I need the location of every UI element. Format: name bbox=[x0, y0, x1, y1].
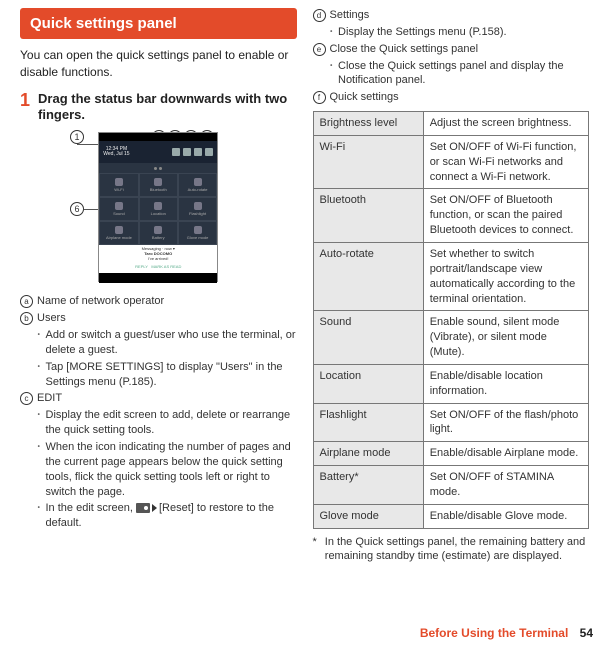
table-row: Glove modeEnable/disable Glove mode. bbox=[313, 504, 589, 528]
notif-reply: REPLY bbox=[135, 264, 148, 269]
menu-key-icon bbox=[136, 503, 150, 513]
phone-screenshot: 12:34 PM Wed, Jul 15 Wi-Fi Bluetooth Aut… bbox=[98, 132, 218, 282]
list-item-2: b Users bbox=[20, 311, 297, 326]
settings-icon bbox=[194, 148, 202, 156]
table-label: Glove mode bbox=[313, 504, 423, 528]
ss-header-icons bbox=[172, 148, 213, 156]
table-label: Battery* bbox=[313, 466, 423, 505]
callout-1: 1 bbox=[70, 130, 84, 144]
table-row: FlashlightSet ON/OFF of the flash/photo … bbox=[313, 403, 589, 442]
footer-section: Before Using the Terminal bbox=[420, 626, 568, 640]
users-icon bbox=[172, 148, 180, 156]
table-label: Bluetooth bbox=[313, 189, 423, 243]
sub-item: ･Add or switch a guest/user who use the … bbox=[36, 328, 297, 358]
step-number: 1 bbox=[20, 91, 30, 125]
arrow-icon bbox=[152, 504, 157, 512]
table-label: Auto-rotate bbox=[313, 242, 423, 310]
table-label: Sound bbox=[313, 311, 423, 365]
screenshot-diagram: 1 2 3 4 5 6 12:34 PM Wed, Jul 15 bbox=[20, 132, 297, 282]
list-item-3: c EDIT bbox=[20, 391, 297, 406]
table-label: Wi-Fi bbox=[313, 135, 423, 189]
sub-item: ･Close the Quick settings panel and disp… bbox=[329, 59, 590, 89]
settings-table: Brightness levelAdjust the screen bright… bbox=[313, 111, 590, 529]
ss-date: Wed, Jul 15 bbox=[103, 152, 129, 158]
list-item-1: a Name of network operator bbox=[20, 294, 297, 309]
table-row: SoundEnable sound, silent mode (Vibrate)… bbox=[313, 311, 589, 365]
table-desc: Set ON/OFF of the flash/photo light. bbox=[423, 403, 588, 442]
table-label: Location bbox=[313, 364, 423, 403]
table-desc: Set whether to switch portrait/landscape… bbox=[423, 242, 588, 310]
table-row: LocationEnable/disable location informat… bbox=[313, 364, 589, 403]
callout-6: 6 bbox=[70, 202, 84, 216]
notif-mark: MARK AS READ bbox=[151, 264, 181, 269]
table-desc: Enable sound, silent mode (Vibrate), or … bbox=[423, 311, 588, 365]
sub-item: ･Display the edit screen to add, delete … bbox=[36, 408, 297, 438]
table-label: Brightness level bbox=[313, 112, 423, 136]
table-desc: Set ON/OFF of Wi-Fi function, or scan Wi… bbox=[423, 135, 588, 189]
table-desc: Enable/disable Glove mode. bbox=[423, 504, 588, 528]
table-desc: Enable/disable Airplane mode. bbox=[423, 442, 588, 466]
sub-item: ･Tap [MORE SETTINGS] to display "Users" … bbox=[36, 360, 297, 390]
list-item-6: f Quick settings bbox=[313, 90, 590, 105]
table-desc: Set ON/OFF of Bluetooth function, or sca… bbox=[423, 189, 588, 243]
sub-item: ･In the edit screen, [Reset] to restore … bbox=[36, 501, 297, 531]
table-row: Auto-rotateSet whether to switch portrai… bbox=[313, 242, 589, 310]
table-row: BluetoothSet ON/OFF of Bluetooth functio… bbox=[313, 189, 589, 243]
edit-icon bbox=[183, 148, 191, 156]
table-label: Airplane mode bbox=[313, 442, 423, 466]
page-footer: Before Using the Terminal 54 bbox=[420, 626, 593, 640]
step-instruction: Drag the status bar downwards with two f… bbox=[38, 91, 296, 125]
table-label: Flashlight bbox=[313, 403, 423, 442]
step-1: 1 Drag the status bar downwards with two… bbox=[20, 91, 297, 125]
table-row: Wi-FiSet ON/OFF of Wi-Fi function, or sc… bbox=[313, 135, 589, 189]
notif-body: I've arrived! bbox=[102, 257, 214, 262]
table-row: Brightness levelAdjust the screen bright… bbox=[313, 112, 589, 136]
sub-item: ･When the icon indicating the number of … bbox=[36, 440, 297, 499]
list-item-5: e Close the Quick settings panel bbox=[313, 42, 590, 57]
table-desc: Set ON/OFF of STAMINA mode. bbox=[423, 466, 588, 505]
section-heading: Quick settings panel bbox=[20, 8, 297, 39]
table-desc: Enable/disable location information. bbox=[423, 364, 588, 403]
table-row: Airplane modeEnable/disable Airplane mod… bbox=[313, 442, 589, 466]
footnote: * In the Quick settings panel, the remai… bbox=[313, 535, 590, 565]
sub-item: ･Display the Settings menu (P.158). bbox=[329, 25, 590, 40]
footer-page: 54 bbox=[580, 626, 593, 640]
list-item-4: d Settings bbox=[313, 8, 590, 23]
close-icon bbox=[205, 148, 213, 156]
table-row: Battery*Set ON/OFF of STAMINA mode. bbox=[313, 466, 589, 505]
table-desc: Adjust the screen brightness. bbox=[423, 112, 588, 136]
intro-text: You can open the quick settings panel to… bbox=[20, 47, 297, 81]
